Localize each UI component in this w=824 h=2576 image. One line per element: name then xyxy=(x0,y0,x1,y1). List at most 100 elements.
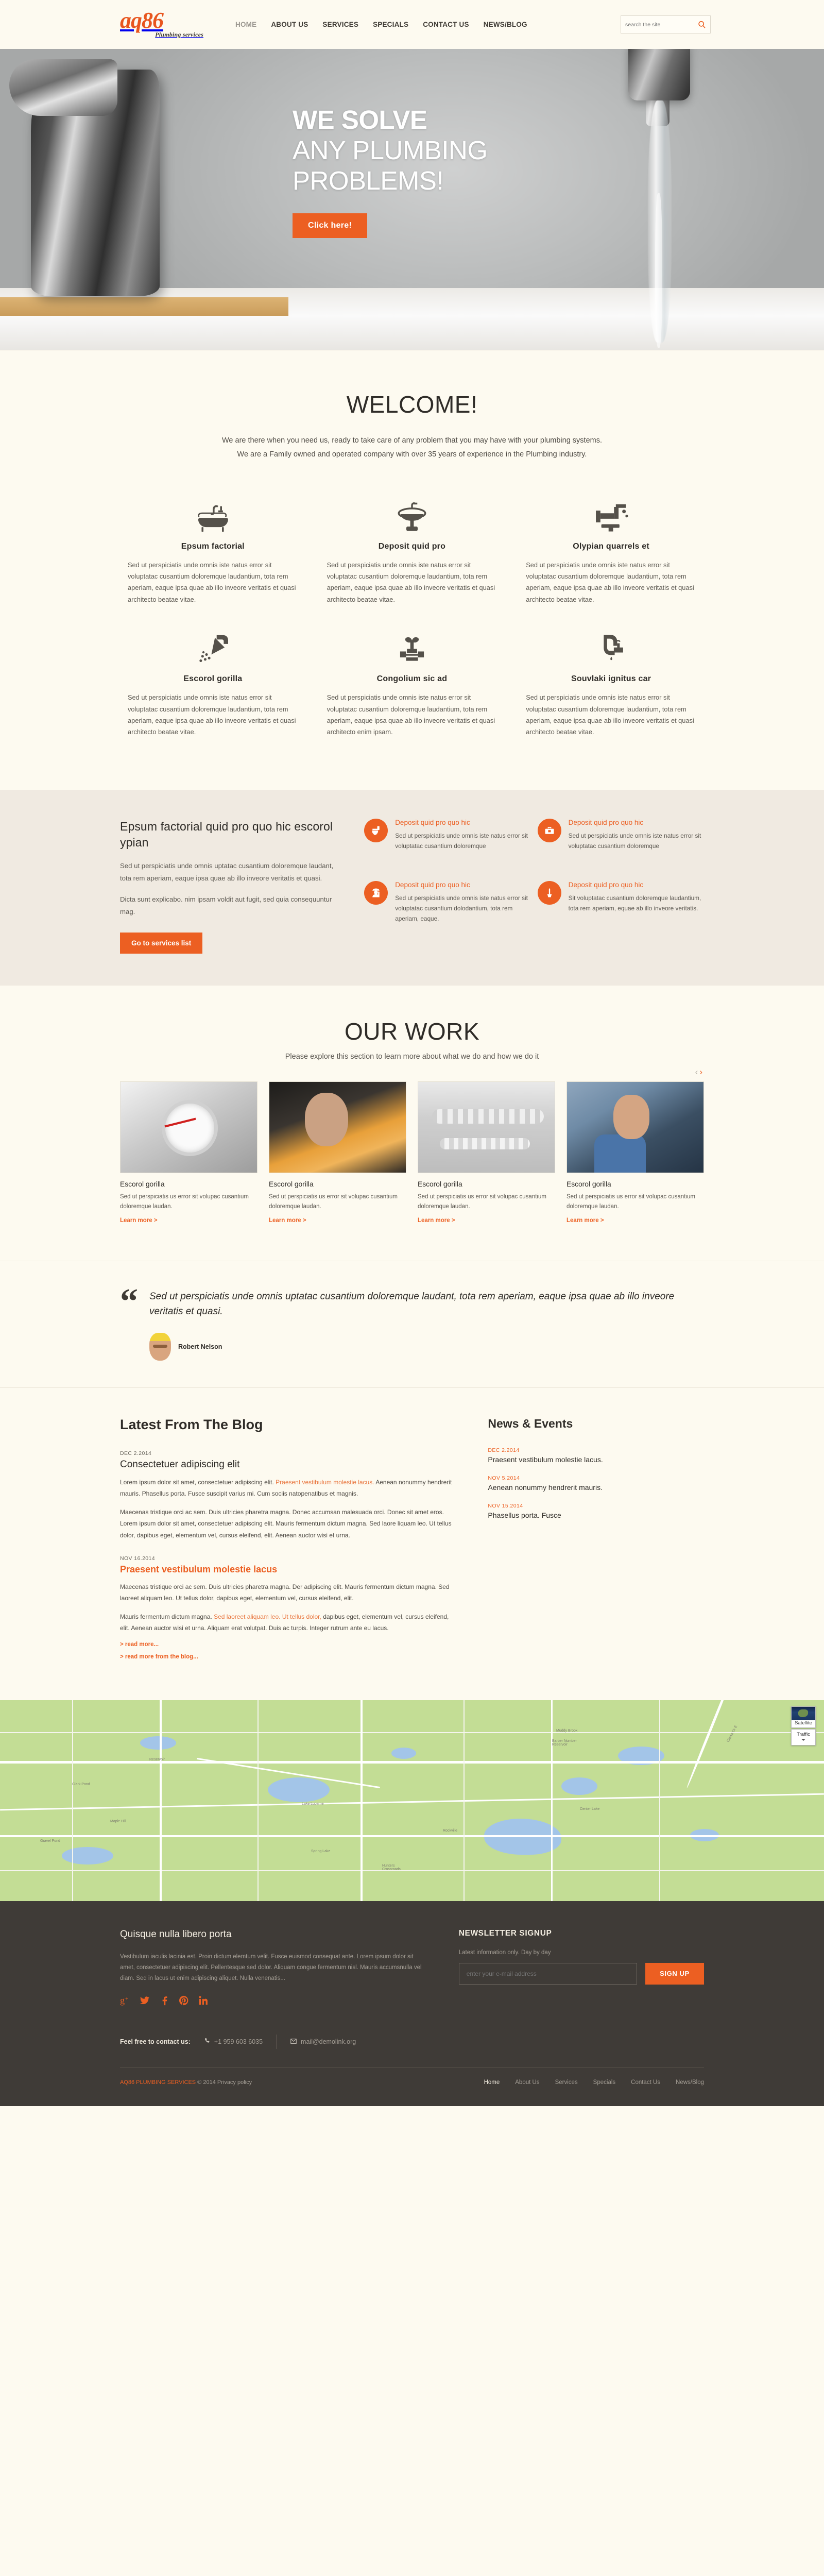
service-text: Sed ut perspiciatis unde omnis iste natu… xyxy=(526,561,694,603)
avatar xyxy=(149,1332,171,1361)
feature-title: Deposit quid pro quo hic xyxy=(568,818,644,826)
map-satellite-button[interactable]: Satellite xyxy=(791,1706,816,1728)
map-traffic-label: Traffic xyxy=(797,1731,810,1737)
pressure-gauge-photo[interactable] xyxy=(120,1081,258,1173)
blog-post-title[interactable]: Consectetuer adipiscing elit xyxy=(120,1459,459,1470)
feature-item-toilet[interactable]: Deposit quid pro quo hic Sed ut perspici… xyxy=(364,818,537,863)
service-text: Sed ut perspiciatis unde omnis iste natu… xyxy=(526,693,694,736)
news-item[interactable]: NOV 5.2014 Aenean nonummy hendrerit maur… xyxy=(488,1475,704,1492)
footer-nav-item-services[interactable]: Services xyxy=(555,2079,578,2086)
carousel-arrows: ‹› xyxy=(695,1067,704,1077)
search-input[interactable] xyxy=(625,21,698,28)
portfolio-learn-more-link[interactable]: Learn more > xyxy=(566,1217,604,1224)
map-satellite-label: Satellite xyxy=(795,1720,812,1726)
feature-item-toolbox[interactable]: Deposit quid pro quo hic Sed ut perspici… xyxy=(537,818,711,863)
portfolio-title: Escorol gorilla xyxy=(566,1180,611,1188)
service-card-deposit-quid-pro[interactable]: Deposit quid pro Sed ut perspiciatis und… xyxy=(313,488,512,606)
quote-icon: “ xyxy=(120,1282,138,1321)
copyright-text: © 2014 Privacy policy xyxy=(197,2079,252,2086)
footer-phone[interactable]: +1 959 603 6035 xyxy=(204,2038,263,2046)
map-label: Clarks Dr E xyxy=(726,1724,739,1743)
map-traffic-button[interactable]: Traffic xyxy=(791,1728,816,1745)
nav-item-specials[interactable]: SPECIALS xyxy=(373,21,408,28)
service-text: Sed ut perspiciatis unde omnis iste natu… xyxy=(128,561,296,603)
map-lake xyxy=(268,1777,330,1802)
service-card-congolium-sic-ad[interactable]: Congolium sic ad Sed ut perspiciatis und… xyxy=(313,621,512,738)
service-card-souvlaki-ignitus-car[interactable]: Souvlaki ignitus car Sed ut perspiciatis… xyxy=(511,621,711,738)
footer-nav-item-home[interactable]: Home xyxy=(484,2079,500,2086)
feature-item-plumber[interactable]: Deposit quid pro quo hic Sed ut perspici… xyxy=(364,880,537,936)
welcome-title: WELCOME! xyxy=(346,391,478,418)
map-road xyxy=(0,1732,824,1733)
googleplus-icon[interactable]: g + xyxy=(120,1995,130,2006)
blog-inline-link[interactable]: Praesent vestibulum molestie lacus. xyxy=(276,1479,374,1486)
signup-button[interactable]: SIGN UP xyxy=(645,1962,704,1985)
read-more-from-blog-link[interactable]: > read more from the blog... xyxy=(120,1654,459,1660)
portfolio-item[interactable]: Escorol gorilla Sed ut perspiciatis us e… xyxy=(120,1081,258,1225)
service-card-epsum-factorial[interactable]: Epsum factorial Sed ut perspiciatis unde… xyxy=(113,488,313,606)
pipes-photo[interactable] xyxy=(418,1081,555,1173)
footer-nav-item-news-blog[interactable]: News/Blog xyxy=(676,2079,704,2086)
carousel-next-icon[interactable]: › xyxy=(699,1067,704,1077)
nav-item-contact-us[interactable]: CONTACT US xyxy=(423,21,469,28)
facebook-icon[interactable] xyxy=(159,1995,169,2006)
portfolio-text: Sed ut perspiciatis us error sit volupac… xyxy=(418,1193,546,1210)
portfolio-item[interactable]: Escorol gorilla Sed ut perspiciatis us e… xyxy=(566,1081,704,1225)
plumber-photo[interactable] xyxy=(566,1081,704,1173)
portfolio-learn-more-link[interactable]: Learn more > xyxy=(120,1217,158,1224)
hero-faucet-handle-shape xyxy=(9,59,117,116)
hero-cta-button[interactable]: Click here! xyxy=(293,213,368,239)
footer-nav-item-specials[interactable]: Specials xyxy=(593,2079,615,2086)
blog-post-date: DEC 2.2014 xyxy=(120,1450,152,1456)
nav-item-about-us[interactable]: ABOUT US xyxy=(271,21,308,28)
news-item[interactable]: DEC 2.2014 Praesent vestibulum molestie … xyxy=(488,1447,704,1464)
pipe-valve-icon xyxy=(526,621,696,665)
footer-nav-item-about-us[interactable]: About Us xyxy=(515,2079,539,2086)
nav-item-services[interactable]: SERVICES xyxy=(322,21,358,28)
read-more-link[interactable]: > read more... xyxy=(120,1641,459,1648)
hero-heading-line2: ANY PLUMBING xyxy=(293,135,488,165)
portfolio-learn-more-link[interactable]: Learn more > xyxy=(269,1217,306,1224)
blog-post-title[interactable]: Praesent vestibulum molestie lacus xyxy=(120,1564,459,1575)
copyright-brand[interactable]: AQ86 PLUMBING SERVICES xyxy=(120,2079,196,2086)
our-work-title: OUR WORK xyxy=(344,1018,480,1045)
blog-post: DEC 2.2014 Consectetuer adipiscing elit … xyxy=(120,1450,459,1541)
map-road xyxy=(360,1700,363,1901)
map-lake xyxy=(561,1777,597,1795)
feature-title: Deposit quid pro quo hic xyxy=(568,880,644,889)
go-to-services-button[interactable]: Go to services list xyxy=(120,932,203,954)
our-work-subtitle: Please explore this section to learn mor… xyxy=(285,1052,539,1061)
portfolio-title: Escorol gorilla xyxy=(120,1180,165,1188)
news-events-column: News & Events DEC 2.2014 Praesent vestib… xyxy=(488,1417,704,1674)
phone-number: +1 959 603 6035 xyxy=(214,2038,263,2046)
nav-item-news-blog[interactable]: NEWS/BLOG xyxy=(484,21,527,28)
service-card-olypian-quarrels[interactable]: Olypian quarrels et Sed ut perspiciatis … xyxy=(511,488,711,606)
email-address: mail@demolink.org xyxy=(301,2038,356,2046)
footer-email[interactable]: mail@demolink.org xyxy=(290,2038,356,2046)
blog-inline-link[interactable]: Sed laoreet aliquam leo. Ut tellus dolor… xyxy=(214,1613,321,1620)
linkedin-icon[interactable] xyxy=(198,1995,209,2006)
pinterest-icon[interactable] xyxy=(179,1995,189,2006)
portfolio-item[interactable]: Escorol gorilla Sed ut perspiciatis us e… xyxy=(418,1081,555,1225)
portfolio-item[interactable]: Escorol gorilla Sed ut perspiciatis us e… xyxy=(269,1081,406,1225)
feature-item-plunger[interactable]: Deposit quid pro quo hic Sit voluptatac … xyxy=(537,880,711,936)
email-field[interactable] xyxy=(458,1962,637,1985)
nav-item-home[interactable]: HOME xyxy=(235,21,256,28)
twitter-icon[interactable] xyxy=(140,1995,150,2006)
main-nav: HOME ABOUT US SERVICES SPECIALS CONTACT … xyxy=(235,21,527,28)
service-card-escorol-gorilla[interactable]: Escorol gorilla Sed ut perspiciatis unde… xyxy=(113,621,313,738)
map-label: Clark Pond xyxy=(72,1782,90,1786)
blog-post-paragraph-2: Maecenas tristique orci ac sem. Duis ult… xyxy=(120,1509,452,1539)
news-item[interactable]: NOV 15.2014 Phasellus porta. Fusce xyxy=(488,1503,704,1519)
footer-nav-item-contact-us[interactable]: Contact Us xyxy=(631,2079,660,2086)
portfolio-learn-more-link[interactable]: Learn more > xyxy=(418,1217,455,1224)
newsletter-text: Latest information only. Day by day xyxy=(458,1949,551,1956)
search-icon[interactable] xyxy=(698,21,706,29)
site-logo[interactable]: aq86 Plumbing services xyxy=(113,9,203,39)
worker-photo[interactable] xyxy=(269,1081,406,1173)
feature-text: Sed ut perspiciatis unde omnis iste natu… xyxy=(568,832,701,850)
welcome-text: We are there when you need us, ready to … xyxy=(221,436,602,459)
map-road xyxy=(464,1700,465,1901)
map-section[interactable]: Satellite Traffic Reservoir Muddy Brook … xyxy=(0,1700,824,1901)
phone-icon xyxy=(204,2038,211,2046)
